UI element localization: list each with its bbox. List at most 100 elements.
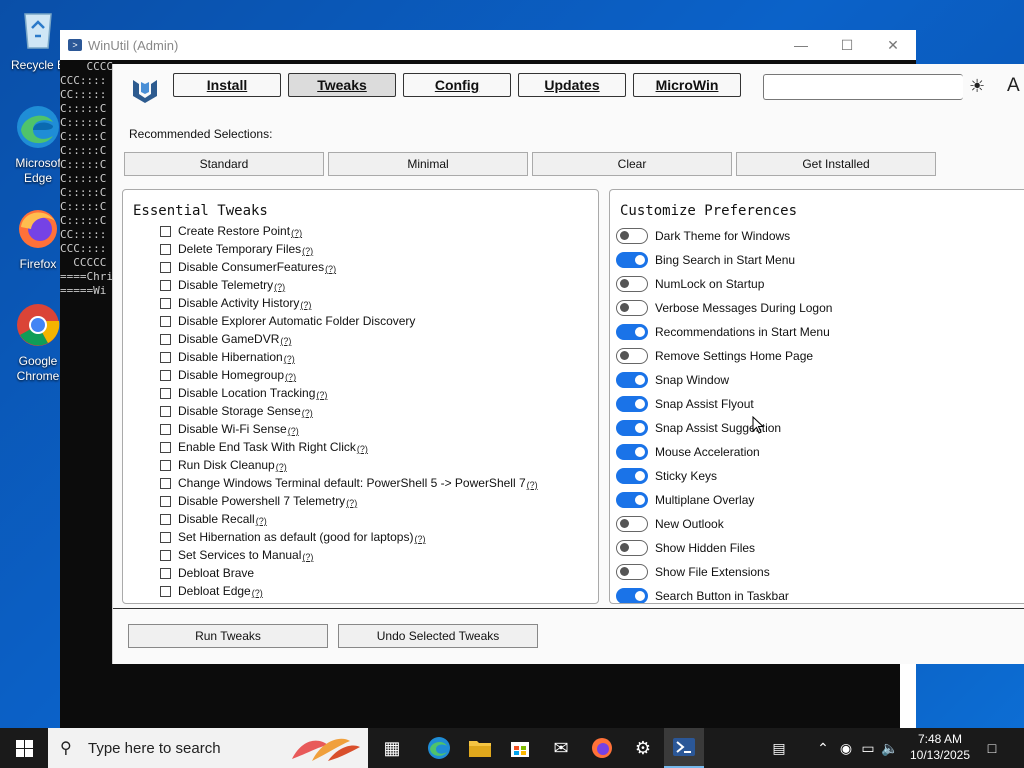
preference-item[interactable]: Multiplane Overlay xyxy=(616,490,754,510)
tweak-checkbox[interactable] xyxy=(160,477,171,489)
preference-toggle[interactable] xyxy=(616,324,648,340)
tweak-checkbox[interactable] xyxy=(160,549,171,561)
preference-item[interactable]: Verbose Messages During Logon xyxy=(616,298,832,318)
tweak-checkbox[interactable] xyxy=(160,315,171,327)
tweak-item[interactable]: Run Disk Cleanup (?) xyxy=(160,456,287,474)
tweak-checkbox[interactable] xyxy=(160,441,171,453)
tab-install[interactable]: Install xyxy=(173,73,281,97)
tweak-checkbox[interactable] xyxy=(160,297,171,309)
tweak-checkbox[interactable] xyxy=(160,423,171,435)
news-icon[interactable]: ▤ xyxy=(762,728,796,768)
tweak-checkbox[interactable] xyxy=(160,513,171,525)
standard-button[interactable]: Standard xyxy=(124,152,324,176)
tweak-checkbox[interactable] xyxy=(160,261,171,273)
tweak-checkbox[interactable] xyxy=(160,567,171,579)
start-button[interactable] xyxy=(0,728,48,768)
tweak-help-link[interactable]: (?) xyxy=(316,390,327,400)
chevron-up-icon[interactable]: ⌃ xyxy=(814,728,832,768)
preference-item[interactable]: Dark Theme for Windows xyxy=(616,226,790,246)
tweak-item[interactable]: Debloat Edge (?) xyxy=(160,582,263,600)
tweak-help-link[interactable]: (?) xyxy=(285,372,296,382)
preference-item[interactable]: NumLock on Startup xyxy=(616,274,764,294)
preference-item[interactable]: Snap Assist Flyout xyxy=(616,394,754,414)
taskbar-edge-icon[interactable] xyxy=(419,728,459,768)
tweak-help-link[interactable]: (?) xyxy=(357,444,368,454)
tweak-help-link[interactable]: (?) xyxy=(302,408,313,418)
run-tweaks-button[interactable]: Run Tweaks xyxy=(128,624,328,648)
tweak-item[interactable]: Disable Telemetry (?) xyxy=(160,276,285,294)
tweak-item[interactable]: Disable GameDVR (?) xyxy=(160,330,291,348)
get-installed-button[interactable]: Get Installed xyxy=(736,152,936,176)
preference-toggle[interactable] xyxy=(616,564,648,580)
preference-item[interactable]: Show Hidden Files xyxy=(616,538,755,558)
tweak-help-link[interactable]: (?) xyxy=(274,282,285,292)
tweak-checkbox[interactable] xyxy=(160,495,171,507)
undo-tweaks-button[interactable]: Undo Selected Tweaks xyxy=(338,624,538,648)
tweak-checkbox[interactable] xyxy=(160,387,171,399)
tweak-help-link[interactable]: (?) xyxy=(276,462,287,472)
tweak-item[interactable]: Disable Recall (?) xyxy=(160,510,267,528)
tweak-help-link[interactable]: (?) xyxy=(346,498,357,508)
preference-toggle[interactable] xyxy=(616,540,648,556)
tweak-checkbox[interactable] xyxy=(160,333,171,345)
preference-item[interactable]: Mouse Acceleration xyxy=(616,442,760,462)
tweak-item[interactable]: Change Windows Terminal default: PowerSh… xyxy=(160,474,538,492)
tweak-help-link[interactable]: (?) xyxy=(291,228,302,238)
tweak-item[interactable]: Disable Homegroup (?) xyxy=(160,366,296,384)
settings-gear-icon[interactable]: ⚙ xyxy=(623,728,663,768)
tweak-item[interactable]: Disable Storage Sense (?) xyxy=(160,402,313,420)
tweak-help-link[interactable]: (?) xyxy=(325,264,336,274)
tweak-item[interactable]: Disable Hibernation (?) xyxy=(160,348,295,366)
taskbar-firefox-icon[interactable] xyxy=(582,728,622,768)
minimal-button[interactable]: Minimal xyxy=(328,152,528,176)
preference-toggle[interactable] xyxy=(616,228,648,244)
tweak-item[interactable]: Enable End Task With Right Click (?) xyxy=(160,438,368,456)
tweak-checkbox[interactable] xyxy=(160,243,171,255)
tweak-help-link[interactable]: (?) xyxy=(280,336,291,346)
preference-toggle[interactable] xyxy=(616,420,648,436)
tweak-checkbox[interactable] xyxy=(160,225,171,237)
maximize-icon[interactable]: ☐ xyxy=(824,37,870,54)
tweak-item[interactable]: Create Restore Point (?) xyxy=(160,222,302,240)
tweak-help-link[interactable]: (?) xyxy=(302,552,313,562)
tweak-item[interactable]: Disable Explorer Automatic Folder Discov… xyxy=(160,312,415,330)
tweak-item[interactable]: Debloat Brave xyxy=(160,564,254,582)
tab-updates[interactable]: Updates xyxy=(518,73,626,97)
mail-icon[interactable]: ✉ xyxy=(541,728,581,768)
tweak-item[interactable]: Disable Activity History (?) xyxy=(160,294,311,312)
taskbar-clock[interactable]: 7:48 AM 10/13/2025 xyxy=(902,731,978,763)
tweak-help-link[interactable]: (?) xyxy=(288,426,299,436)
tab-tweaks[interactable]: Tweaks xyxy=(288,73,396,97)
tweak-checkbox[interactable] xyxy=(160,531,171,543)
preference-item[interactable]: Show File Extensions xyxy=(616,562,770,582)
search-input[interactable] xyxy=(763,74,963,100)
tweak-help-link[interactable]: (?) xyxy=(252,588,263,598)
file-explorer-icon[interactable] xyxy=(460,728,500,768)
clear-button[interactable]: Clear xyxy=(532,152,732,176)
tweak-help-link[interactable]: (?) xyxy=(300,300,311,310)
tweak-help-link[interactable]: (?) xyxy=(256,516,267,526)
tweak-item[interactable]: Set Services to Manual (?) xyxy=(160,546,313,564)
preference-item[interactable]: Search Button in Taskbar xyxy=(616,586,789,603)
preference-toggle[interactable] xyxy=(616,348,648,364)
taskbar-search[interactable]: ⚲ Type here to search xyxy=(48,728,368,768)
preference-toggle[interactable] xyxy=(616,276,648,292)
store-icon[interactable] xyxy=(500,728,540,768)
task-view-icon[interactable]: ▦ xyxy=(372,728,412,768)
preference-toggle[interactable] xyxy=(616,468,648,484)
tweak-help-link[interactable]: (?) xyxy=(284,354,295,364)
preference-item[interactable]: Sticky Keys xyxy=(616,466,717,486)
console-titlebar[interactable]: > WinUtil (Admin) — ☐ ✕ xyxy=(60,30,916,60)
close-icon[interactable]: ✕ xyxy=(870,37,916,54)
tweak-item[interactable]: Disable Powershell 7 Telemetry (?) xyxy=(160,492,357,510)
preference-toggle[interactable] xyxy=(616,516,648,532)
preference-toggle[interactable] xyxy=(616,588,648,603)
taskbar-powershell-icon[interactable] xyxy=(664,728,704,768)
tweak-item[interactable]: Set Hibernation as default (good for lap… xyxy=(160,528,425,546)
preference-item[interactable]: New Outlook xyxy=(616,514,724,534)
tweak-checkbox[interactable] xyxy=(160,279,171,291)
meet-icon[interactable]: ◉ xyxy=(836,728,856,768)
preference-toggle[interactable] xyxy=(616,396,648,412)
tweak-help-link[interactable]: (?) xyxy=(302,246,313,256)
network-icon[interactable]: ▭ xyxy=(858,728,878,768)
